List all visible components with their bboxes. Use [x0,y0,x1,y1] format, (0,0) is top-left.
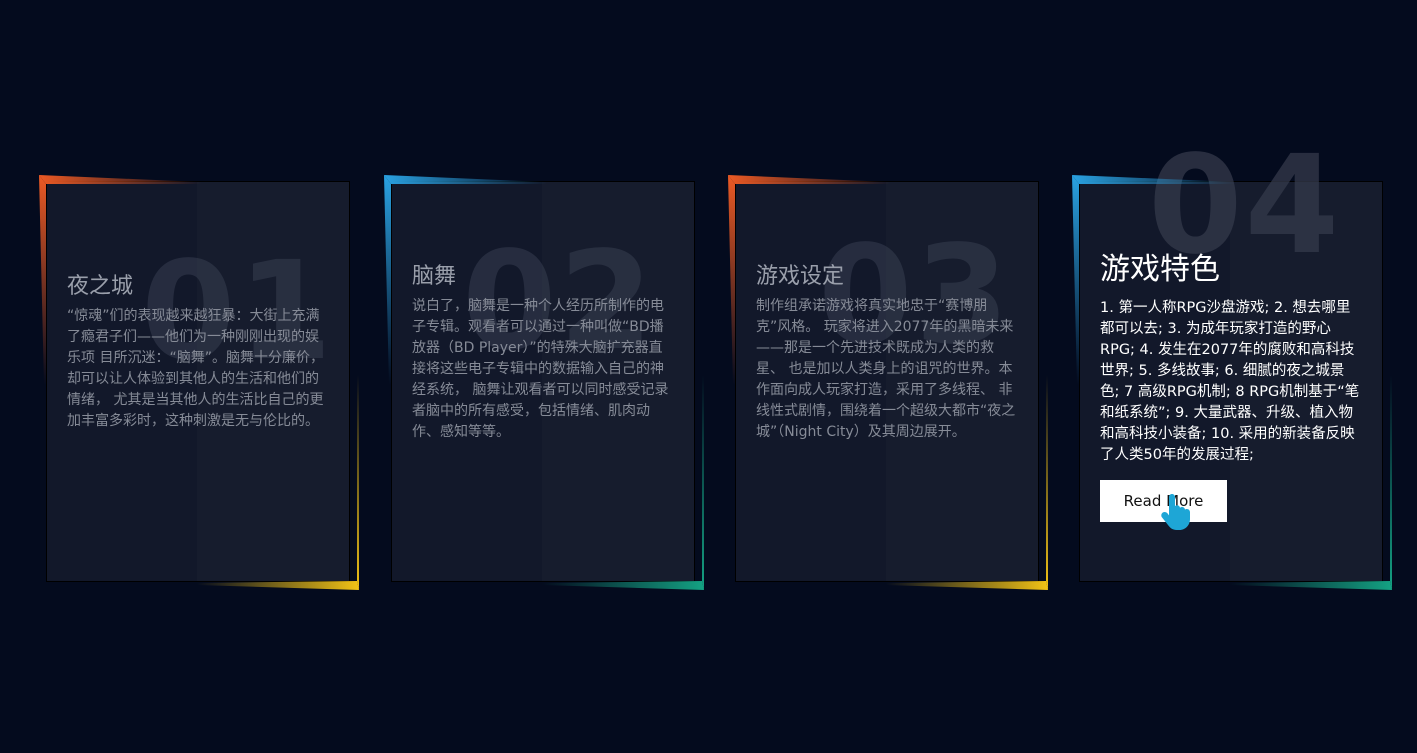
card-4[interactable]: 04 游戏特色 1. 第一人称RPG沙盘游戏; 2. 想去哪里都可以去; 3. … [1072,138,1392,590]
card-2[interactable]: 02 脑舞 说白了，脑舞是一种个人经历所制作的电子专辑。观看者可以通过一种叫做“… [384,175,704,590]
card-description: “惊魂”们的表现越来越狂暴：大街上充满了瘾君子们——他们为一种刚刚出现的娱乐项 … [67,308,324,429]
hand-pointer-icon [1161,494,1190,530]
card-title: 脑舞 [412,264,457,289]
card-3[interactable]: 03 游戏设定 制作组承诺游戏将真实地忠于“赛博朋克”风格。 玩家将进入2077… [728,175,1048,590]
card-content: 夜之城 “惊魂”们的表现越来越狂暴：大街上充满了瘾君子们——他们为一种刚刚出现的… [67,268,329,432]
card-title: 游戏特色 [1100,252,1220,287]
card-description: 制作组承诺游戏将真实地忠于“赛博朋克”风格。 玩家将进入2077年的黑暗未来——… [756,298,1016,440]
card-content: 游戏设定 制作组承诺游戏将真实地忠于“赛博朋克”风格。 玩家将进入2077年的黑… [756,258,1018,443]
card-description: 说白了，脑舞是一种个人经历所制作的电子专辑。观看者可以通过一种叫做“BD播放器（… [412,298,669,440]
card-title: 游戏设定 [756,264,845,289]
card-1[interactable]: 01 夜之城 “惊魂”们的表现越来越狂暴：大街上充满了瘾君子们——他们为一种刚刚… [39,175,359,590]
card-description: 1. 第一人称RPG沙盘游戏; 2. 想去哪里都可以去; 3. 为成年玩家打造的… [1100,300,1360,463]
card-content: 脑舞 说白了，脑舞是一种个人经历所制作的电子专辑。观看者可以通过一种叫做“BD播… [412,258,674,443]
card-title: 夜之城 [67,274,134,299]
card-content: 游戏特色 1. 第一人称RPG沙盘游戏; 2. 想去哪里都可以去; 3. 为成年… [1100,244,1362,466]
